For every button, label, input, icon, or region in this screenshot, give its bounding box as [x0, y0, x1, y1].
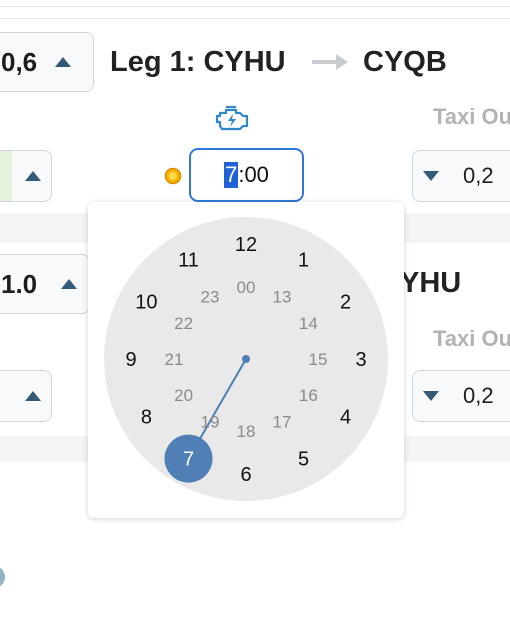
leg1-destination: CYQB — [363, 46, 447, 78]
leg2-taxi-out-label: Taxi Ou — [433, 326, 510, 351]
sun-icon — [164, 167, 182, 185]
clock-hour-13[interactable]: 13 — [273, 288, 292, 307]
clock-hour-3[interactable]: 3 — [355, 349, 366, 371]
clock-hour-20[interactable]: 20 — [174, 386, 193, 405]
section-divider — [0, 18, 510, 19]
clock-hour-16[interactable]: 16 — [299, 386, 318, 405]
clock-hour-18[interactable]: 18 — [237, 422, 256, 441]
clock-hour-22[interactable]: 22 — [174, 314, 193, 333]
increment-arrow-icon[interactable] — [61, 279, 78, 289]
increment-arrow-icon[interactable] — [25, 391, 41, 401]
leg1-title: Leg 1: CYHU — [110, 46, 286, 78]
leg2-left-spinner[interactable]: 1.0 — [0, 254, 90, 314]
increment-arrow-icon[interactable] — [25, 171, 41, 181]
decrement-arrow-icon[interactable] — [423, 391, 439, 401]
clock-hour-7[interactable]: 7 — [183, 449, 194, 471]
clock-hour-21[interactable]: 21 — [165, 350, 184, 369]
leg1-block-spinner[interactable] — [0, 150, 52, 202]
leg1-left-value: 0,6 — [1, 46, 38, 77]
clock-hour-17[interactable]: 17 — [273, 412, 292, 431]
clock-hour-2[interactable]: 2 — [340, 292, 351, 314]
time-minutes[interactable]: :00 — [238, 162, 269, 188]
leg1-taxi-spinner[interactable]: 0,2 — [412, 150, 510, 202]
increment-arrow-icon[interactable] — [55, 57, 72, 67]
leg1-taxi-out-label: Taxi Ou — [433, 104, 510, 129]
arrow-right-icon — [312, 54, 348, 70]
clock-hour-12[interactable]: 12 — [235, 234, 257, 256]
clock-dial[interactable]: 121234567891011001314151617181920212223 — [88, 202, 404, 518]
leg2-left-value: 1.0 — [1, 268, 38, 299]
clock-hour-6[interactable]: 6 — [240, 464, 251, 486]
top-divider — [0, 6, 510, 7]
decrement-arrow-icon[interactable] — [423, 171, 439, 181]
partial-avatar-icon — [0, 567, 5, 587]
departure-time-input[interactable]: 7:00 — [189, 148, 304, 202]
clock-center — [242, 355, 250, 363]
clock-hour-9[interactable]: 9 — [125, 349, 136, 371]
clock-hour-4[interactable]: 4 — [340, 407, 351, 429]
clock-hour-00[interactable]: 00 — [237, 278, 256, 297]
clock-hour-11[interactable]: 11 — [178, 249, 199, 271]
clock-hour-23[interactable]: 23 — [201, 288, 220, 307]
leg1-taxi-value: 0,2 — [463, 163, 494, 188]
clock-hour-8[interactable]: 8 — [141, 407, 152, 429]
leg2-taxi-value: 0,2 — [463, 383, 494, 408]
engine-icon — [215, 105, 249, 131]
clock-hour-15[interactable]: 15 — [309, 350, 328, 369]
time-hour-selection[interactable]: 7 — [224, 162, 239, 188]
clock-hour-19[interactable]: 19 — [201, 412, 220, 431]
clock-hour-10[interactable]: 10 — [135, 292, 157, 314]
leg1-left-spinner[interactable]: 0,6 — [0, 32, 94, 92]
leg2-taxi-spinner[interactable]: 0,2 — [412, 370, 510, 422]
clock-hour-1[interactable]: 1 — [298, 249, 309, 271]
leg2-title: YHU — [400, 267, 462, 299]
clock-hour-14[interactable]: 14 — [299, 314, 318, 333]
leg2-block-spinner[interactable] — [0, 370, 52, 422]
clock-picker[interactable]: 12 1 2 3 4 5 6 7 8 9 10 11 00 13 14 15 16 17 18 19 20 21 22 23 — [88, 202, 404, 518]
clock-hour-5[interactable]: 5 — [298, 449, 309, 471]
